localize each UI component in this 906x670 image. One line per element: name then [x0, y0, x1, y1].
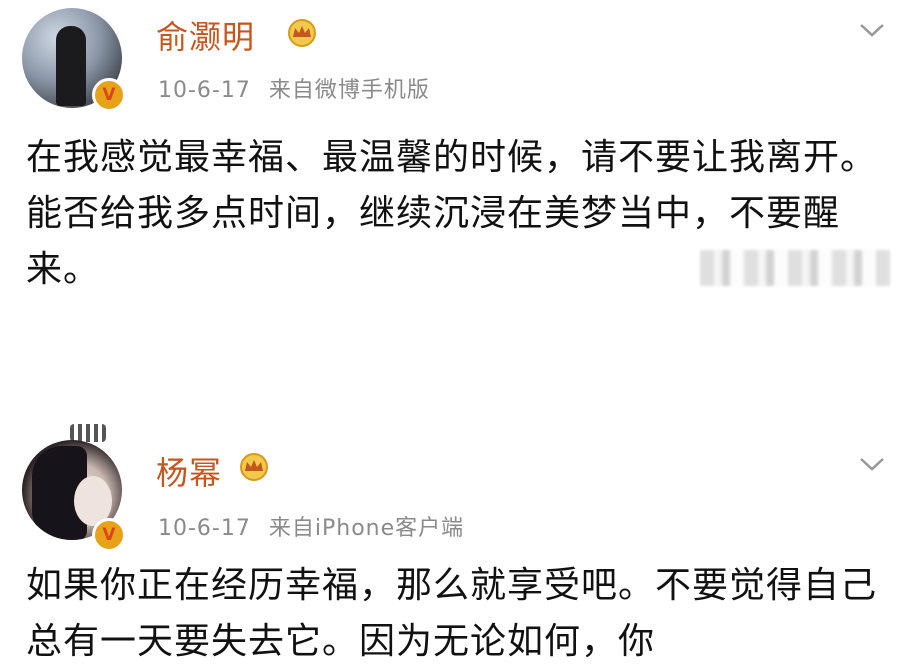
weibo-post: V 俞灏明 10-6-17 来自微博手机版 在我感觉最幸福、最温馨的时候，请不要让… — [0, 0, 906, 340]
post-text: 如果你正在经历幸福，那么就享受吧。不要觉得自己总有一天要失去它。因为无论如何，你 — [26, 565, 878, 662]
blurred-watermark — [700, 250, 890, 286]
verified-badge-icon: V — [92, 78, 126, 112]
verified-badge-icon: V — [92, 518, 126, 552]
post-meta: 10-6-17 来自微博手机版 — [158, 72, 430, 104]
weibo-post: V 杨幂 10-6-17 来自iPhone客户端 如果你正在经历幸福，那么就享受吧… — [0, 420, 906, 670]
post-date: 10-6-17 — [158, 516, 251, 541]
post-source: 来自微博手机版 — [268, 78, 430, 103]
author-name[interactable]: 杨幂 — [156, 448, 222, 494]
post-meta: 10-6-17 来自iPhone客户端 — [158, 510, 464, 542]
chevron-down-icon[interactable] — [858, 454, 886, 474]
post-source: 来自iPhone客户端 — [268, 516, 465, 541]
author-name[interactable]: 俞灏明 — [156, 12, 255, 58]
chevron-down-icon[interactable] — [858, 20, 886, 40]
post-date: 10-6-17 — [158, 78, 251, 103]
crown-icon — [240, 453, 268, 481]
crown-icon — [288, 19, 316, 47]
